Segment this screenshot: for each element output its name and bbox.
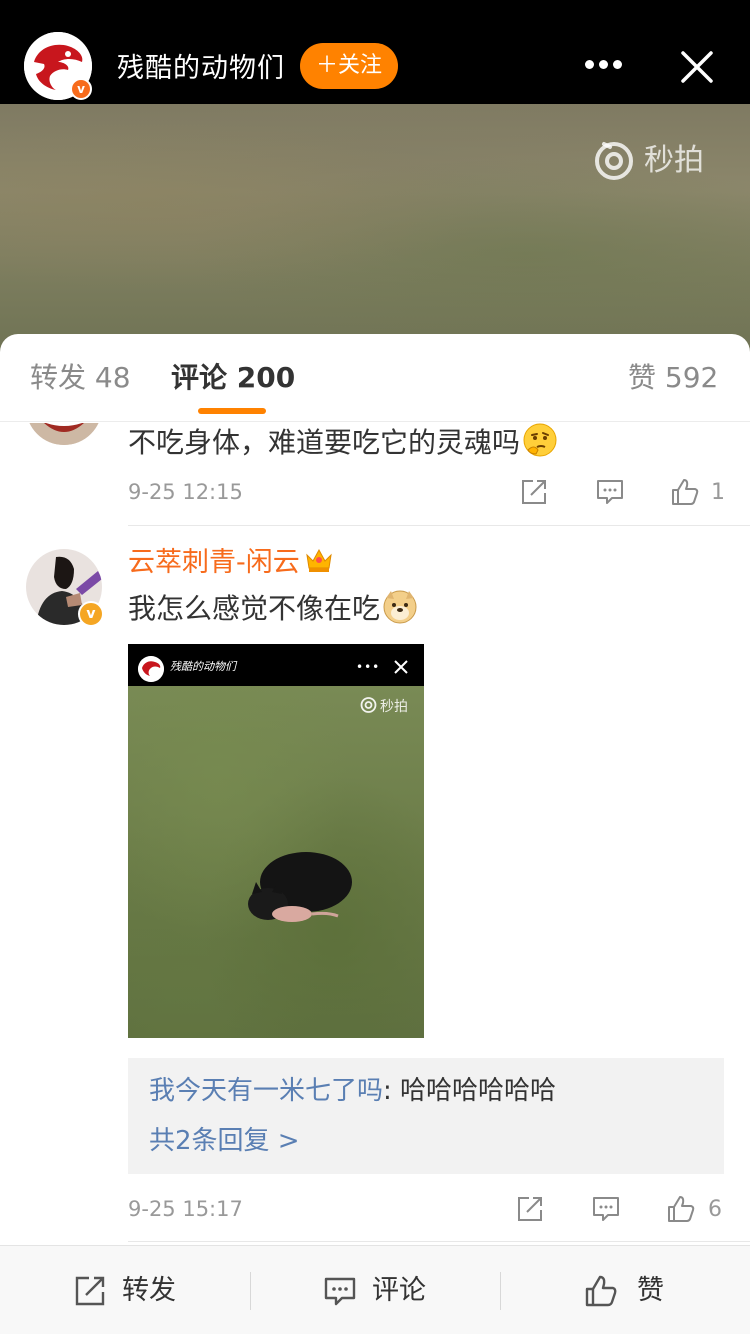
like-count: 1 — [711, 480, 725, 505]
comment-avatar[interactable]: v — [26, 549, 104, 627]
view-replies-link[interactable]: 共2条回复 > — [149, 1124, 300, 1158]
video-watermark: 秒拍 — [592, 138, 704, 184]
repost-icon — [75, 1276, 105, 1306]
like-icon — [585, 1275, 617, 1307]
comment-icon[interactable] — [591, 1194, 621, 1224]
repost-label: 转发 — [122, 1275, 176, 1306]
reply-line: 我今天有一米七了吗: 哈哈哈哈哈哈 — [149, 1074, 556, 1108]
comment-divider — [128, 1241, 750, 1242]
reply-separator: : — [383, 1076, 401, 1106]
black-cat-photo-icon — [248, 852, 352, 922]
watermark-text: 秒拍 — [644, 143, 704, 178]
tab-comments[interactable]: 评论 200 — [171, 360, 295, 396]
comment-username[interactable]: 云萃刺青-闲云 — [128, 545, 334, 581]
media-watermark-text: 秒拍 — [380, 699, 408, 715]
bottom-action-bar: 转发 评论 赞 — [0, 1245, 750, 1334]
comment-date: 9-25 15:17 — [128, 1197, 243, 1221]
laughing-face-avatar-icon — [29, 423, 99, 445]
share-icon[interactable] — [515, 1194, 545, 1224]
verified-badge-icon: v — [70, 78, 92, 100]
comment-date: 9-25 12:15 — [128, 480, 243, 504]
share-icon[interactable] — [519, 477, 549, 507]
like-count: 6 — [708, 1197, 722, 1222]
comment-divider — [128, 525, 750, 526]
comment-text: 我怎么感觉不像在吃 — [128, 588, 418, 629]
comment-text: 不吃身体，难道要吃它的灵魂吗 — [128, 423, 558, 463]
more-icon[interactable] — [585, 54, 629, 78]
like-icon[interactable] — [670, 477, 700, 507]
comment-button[interactable]: 评论 — [251, 1246, 500, 1334]
close-icon[interactable] — [680, 50, 714, 84]
follow-button[interactable]: ＋关注 — [300, 43, 398, 89]
reply-text: 哈哈哈哈哈哈 — [400, 1076, 557, 1106]
media-watermark: 秒拍 — [360, 696, 408, 716]
doge-emoji-icon — [383, 590, 417, 624]
vip-crown-icon — [306, 548, 332, 572]
like-icon[interactable] — [666, 1194, 696, 1224]
repost-button[interactable]: 转发 — [0, 1246, 250, 1334]
media-title: 残酷的动物们 — [170, 660, 236, 673]
snake-logo-icon — [138, 656, 164, 682]
tab-repost[interactable]: 转发 48 — [30, 360, 131, 396]
like-label: 赞 — [637, 1275, 664, 1306]
reply-preview[interactable]: 我今天有一米七了吗: 哈哈哈哈哈哈 共2条回复 > — [128, 1058, 724, 1174]
comments-sheet: 转发 48 评论 200 赞 592 不吃身体，难道要吃它的灵魂吗 9-25 1… — [0, 334, 750, 1334]
reply-username[interactable]: 我今天有一米七了吗 — [149, 1076, 383, 1106]
top-bar: v 残酷的动物们 ＋关注 — [0, 0, 750, 104]
account-avatar[interactable]: v — [24, 32, 92, 100]
tab-likes[interactable]: 赞 592 — [628, 360, 718, 396]
comment-icon — [324, 1277, 356, 1306]
thinking-emoji-icon — [523, 423, 557, 457]
tab-bar: 转发 48 评论 200 赞 592 — [0, 334, 750, 422]
verified-badge-icon: v — [78, 601, 104, 627]
active-tab-indicator — [198, 408, 266, 414]
comment-icon[interactable] — [595, 477, 625, 507]
more-icon: ••• — [356, 660, 381, 674]
miaopai-logo-icon — [360, 697, 377, 713]
comment-list[interactable]: 不吃身体，难道要吃它的灵魂吗 9-25 12:15 1 v 云萃刺青-闲云 我怎… — [0, 423, 750, 1243]
account-name[interactable]: 残酷的动物们 — [117, 46, 285, 85]
comment-avatar[interactable] — [26, 423, 102, 445]
comment-label: 评论 — [372, 1275, 426, 1306]
miaopai-logo-icon — [595, 142, 633, 180]
grass-photo — [128, 686, 424, 1038]
like-button[interactable]: 赞 — [501, 1246, 750, 1334]
media-topbar: 残酷的动物们 ••• — [128, 644, 424, 686]
close-icon — [394, 660, 408, 674]
comment-image[interactable]: 残酷的动物们 ••• 秒拍 — [128, 644, 424, 1038]
